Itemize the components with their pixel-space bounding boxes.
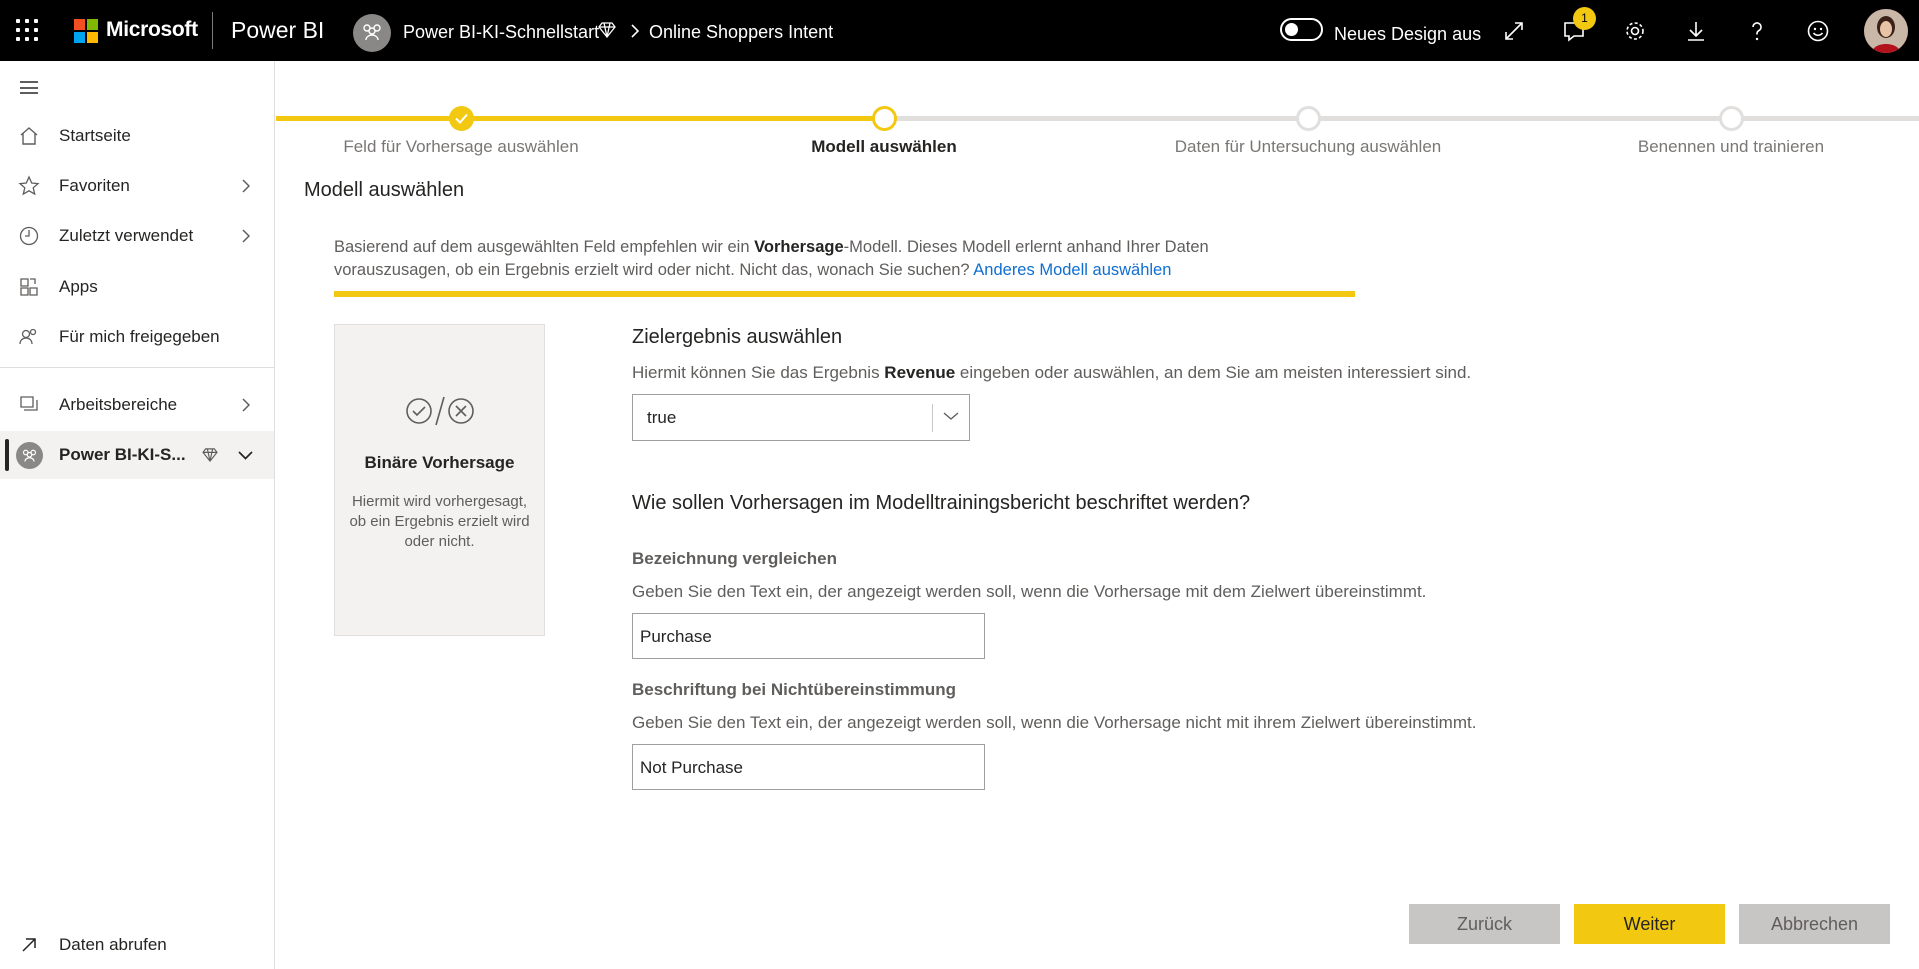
shared-people-icon xyxy=(19,328,37,345)
back-button[interactable]: Zurück xyxy=(1409,904,1560,944)
workspace-icon xyxy=(16,442,43,469)
nav-label-get-data: Daten abrufen xyxy=(59,935,167,954)
settings-icon[interactable] xyxy=(1623,19,1647,43)
nav-label-home: Startseite xyxy=(59,126,131,145)
step-label-4: Benennen und trainieren xyxy=(1637,137,1825,156)
nav-label-apps: Apps xyxy=(59,277,98,296)
workspaces-icon xyxy=(20,396,38,411)
new-design-toggle[interactable] xyxy=(1280,18,1323,41)
step-1-done[interactable] xyxy=(449,106,474,131)
match-label-heading: Bezeichnung vergleichen xyxy=(632,549,837,568)
desc-text-1: Basierend auf dem ausgewählten Feld empf… xyxy=(334,238,755,256)
star-icon xyxy=(18,175,40,196)
labels-heading: Wie sollen Vorhersagen im Modelltraining… xyxy=(632,492,1251,514)
app-launcher-icon[interactable] xyxy=(16,19,38,41)
breadcrumb-workspace[interactable]: Power BI-KI-Schnellstart xyxy=(403,22,599,43)
nomatch-label-heading: Beschriftung bei Nichtübereinstimmung xyxy=(632,680,956,699)
target-outcome-dropdown[interactable]: true xyxy=(632,394,970,441)
nav-current-workspace[interactable]: Power BI-KI-S... xyxy=(0,431,274,479)
workspace-icon xyxy=(353,14,391,52)
stepper-progress xyxy=(276,116,885,121)
active-indicator xyxy=(5,439,9,471)
apps-icon xyxy=(20,278,38,296)
description-accent-line xyxy=(334,291,1355,297)
match-label-value: Purchase xyxy=(640,627,712,646)
clock-icon xyxy=(19,226,39,246)
nav-favorites[interactable]: Favoriten xyxy=(0,162,274,210)
next-button[interactable]: Weiter xyxy=(1574,904,1725,944)
chevron-right-icon[interactable] xyxy=(241,179,250,193)
step-label-2: Modell auswählen xyxy=(811,137,957,156)
card-description: Hiermit wird vorhergesagt, ob ein Ergebn… xyxy=(349,493,530,550)
nomatch-label-description: Geben Sie den Text ein, der angezeigt we… xyxy=(632,713,1477,732)
binary-prediction-card[interactable]: Binäre Vorhersage Hiermit wird vorherges… xyxy=(334,324,545,636)
cancel-button[interactable]: Abbrechen xyxy=(1739,904,1890,944)
arrow-up-right-icon xyxy=(22,938,36,952)
step-3 xyxy=(1296,106,1321,131)
feedback-smiley-icon[interactable] xyxy=(1806,19,1830,43)
chevron-down-icon[interactable] xyxy=(943,411,959,421)
nav-label-favorites: Favoriten xyxy=(59,176,130,195)
model-description: Basierend auf dem ausgewählten Feld empf… xyxy=(334,236,1314,282)
download-icon[interactable] xyxy=(1684,19,1708,43)
notification-badge: 1 xyxy=(1573,7,1596,30)
match-label-description: Geben Sie den Text ein, der angezeigt we… xyxy=(632,582,1427,601)
checkmark-icon xyxy=(455,113,468,124)
nav-label-shared: Für mich freigegeben xyxy=(59,327,220,346)
nomatch-label-input[interactable]: Not Purchase xyxy=(632,744,985,790)
nav-home[interactable]: Startseite xyxy=(0,112,274,160)
match-label-input[interactable]: Purchase xyxy=(632,613,985,659)
chevron-right-icon[interactable] xyxy=(241,398,250,412)
nav-label-current-workspace: Power BI-KI-S... xyxy=(59,445,186,464)
step-label-1: Feld für Vorhersage auswählen xyxy=(343,137,579,156)
nav-label-workspaces: Arbeitsbereiche xyxy=(59,395,178,414)
target-description: Hiermit können Sie das Ergebnis Revenue … xyxy=(632,363,1471,383)
top-bar: Microsoft Power BI Power BI-KI-Schnellst… xyxy=(0,0,1919,61)
chevron-right-icon xyxy=(630,23,640,44)
nav-get-data[interactable]: Daten abrufen xyxy=(0,921,274,969)
nav-divider xyxy=(0,367,274,368)
microsoft-logo xyxy=(74,19,98,43)
chevron-right-icon[interactable] xyxy=(241,229,250,243)
step-2-current xyxy=(872,106,897,131)
nav-workspaces[interactable]: Arbeitsbereiche xyxy=(0,381,274,429)
desc-bold: Vorhersage xyxy=(754,238,844,256)
chevron-down-icon[interactable] xyxy=(238,450,253,460)
main-content: Feld für Vorhersage auswählen Modell aus… xyxy=(276,61,1919,969)
target-outcome-value: true xyxy=(647,408,677,427)
premium-diamond-icon xyxy=(598,22,616,43)
dropdown-separator xyxy=(932,404,933,432)
nav-shared[interactable]: Für mich freigegeben xyxy=(0,313,274,361)
target-field-name: Revenue xyxy=(884,363,956,382)
hamburger-menu-icon[interactable] xyxy=(20,81,38,94)
nomatch-label-value: Not Purchase xyxy=(640,758,743,777)
left-nav: Startseite Favoriten Zuletzt verwendet A… xyxy=(0,61,275,969)
home-icon xyxy=(20,127,38,145)
premium-diamond-icon xyxy=(202,448,218,462)
target-text-1: Hiermit können Sie das Ergebnis xyxy=(632,363,885,382)
nav-label-recent: Zuletzt verwendet xyxy=(59,226,194,245)
brand-divider xyxy=(212,12,213,49)
choose-other-model-link[interactable]: Anderes Modell auswählen xyxy=(973,261,1171,279)
page-title: Modell auswählen xyxy=(304,179,465,201)
nav-apps[interactable]: Apps xyxy=(0,263,274,311)
brand-name[interactable]: Microsoft xyxy=(106,18,198,42)
step-4 xyxy=(1719,106,1744,131)
card-title: Binäre Vorhersage xyxy=(364,453,515,472)
target-text-2: eingeben oder auswählen, an dem Sie am m… xyxy=(955,363,1472,382)
product-name[interactable]: Power BI xyxy=(231,17,324,44)
user-avatar[interactable] xyxy=(1864,9,1908,53)
expand-icon[interactable] xyxy=(1502,19,1526,43)
nav-recent[interactable]: Zuletzt verwendet xyxy=(0,212,274,260)
breadcrumb-report[interactable]: Online Shoppers Intent xyxy=(649,22,833,43)
help-icon[interactable] xyxy=(1745,19,1769,43)
target-heading: Zielergebnis auswählen xyxy=(632,326,843,348)
step-label-3: Daten für Untersuchung auswählen xyxy=(1174,137,1442,156)
check-slash-x-icon xyxy=(406,396,474,426)
new-design-label: Neues Design aus xyxy=(1334,24,1482,44)
